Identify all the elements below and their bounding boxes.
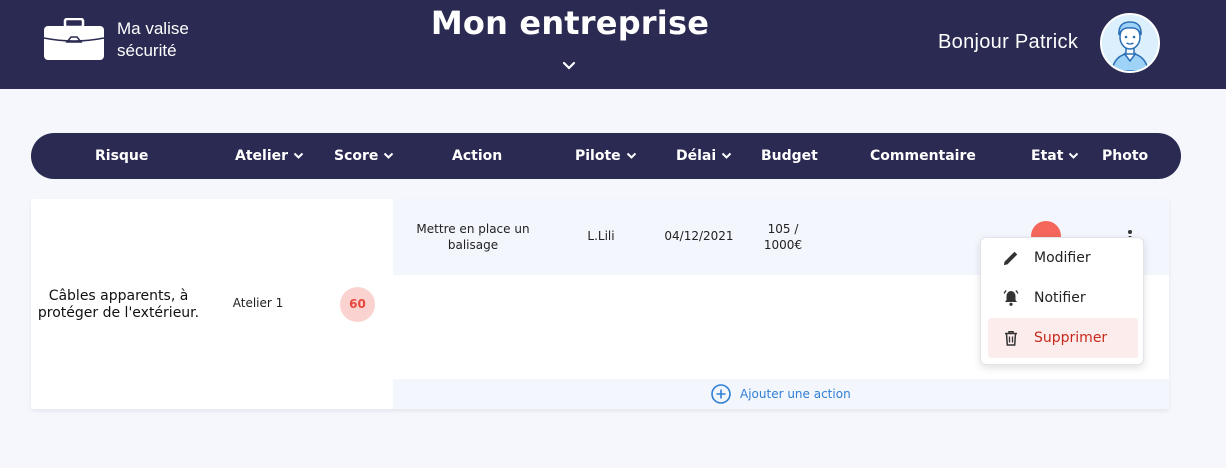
column-action: Action — [452, 148, 503, 164]
chevron-down-icon — [384, 152, 394, 159]
menu-item-label: Modifier — [1034, 250, 1091, 266]
column-atelier[interactable]: Atelier — [235, 133, 304, 179]
column-etat[interactable]: Etat — [1031, 133, 1079, 179]
action-text: Mettre en place un balisage — [416, 222, 530, 252]
menu-item-supprimer[interactable]: Supprimer — [988, 318, 1138, 358]
avatar[interactable] — [1100, 13, 1160, 73]
context-menu: Modifier Notifier Supprimer — [980, 237, 1144, 365]
workshop-text: Atelier 1 — [232, 296, 284, 310]
user-greeting: Bonjour Patrick — [938, 31, 1079, 53]
chevron-down-icon — [1069, 152, 1079, 159]
deadline-text: 04/12/2021 — [664, 229, 734, 243]
chevron-down-icon — [293, 152, 304, 159]
menu-item-label: Supprimer — [1034, 330, 1108, 346]
top-bar: Ma valise sécurité Mon entreprise Bonjou… — [0, 0, 1226, 89]
pencil-icon — [1004, 251, 1018, 265]
risk-text: Câbles apparents, à protéger de l'extéri… — [37, 288, 200, 321]
add-action-button[interactable]: Ajouter une action — [711, 384, 851, 404]
column-budget: Budget — [761, 148, 818, 164]
column-risque: Risque — [95, 148, 149, 164]
score-badge: 60 — [340, 287, 375, 322]
user-avatar-icon — [1102, 15, 1158, 71]
plus-circle-icon — [711, 384, 731, 404]
menu-item-modifier[interactable]: Modifier — [988, 238, 1138, 278]
bell-icon — [1003, 289, 1019, 306]
column-pilote[interactable]: Pilote — [575, 133, 637, 179]
column-commentaire: Commentaire — [870, 148, 976, 164]
budget-text: 105 / 1000€ — [763, 222, 803, 252]
chevron-down-icon[interactable] — [561, 60, 577, 72]
table-header: Risque Atelier Score Action Pilote Délai… — [31, 133, 1181, 179]
add-action-label: Ajouter une action — [740, 387, 851, 401]
chevron-down-icon — [721, 152, 732, 159]
column-photo: Photo — [1102, 148, 1149, 164]
column-score[interactable]: Score — [334, 133, 394, 179]
menu-item-label: Notifier — [1034, 290, 1086, 306]
pilot-text: L.Lili — [587, 229, 615, 243]
trash-icon — [1005, 331, 1017, 346]
menu-item-notifier[interactable]: Notifier — [988, 278, 1138, 318]
column-delai[interactable]: Délai — [676, 133, 732, 179]
chevron-down-icon — [626, 152, 636, 159]
